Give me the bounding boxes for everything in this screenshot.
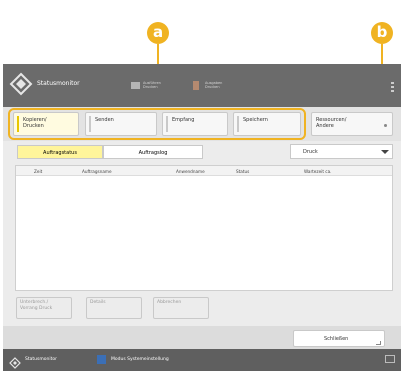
header-button-1-label: Ausführen Drucken: [143, 81, 161, 89]
close-button-label: Schließen: [324, 336, 349, 342]
page-title: Statusmonitor: [37, 80, 80, 87]
tab-indicator-dot: [384, 124, 387, 127]
tab-marker: [89, 116, 91, 132]
tab-resources-other[interactable]: Ressourcen/ Andere: [311, 112, 393, 136]
document-icon: [193, 81, 199, 90]
menu-dots-icon[interactable]: [391, 82, 394, 92]
col-job-name: Auftragsname: [82, 169, 112, 174]
corner-icon: [376, 341, 381, 345]
tab-store-label: Speichern: [243, 117, 268, 123]
header-button-2-label: Ausgaben Drucken: [205, 81, 223, 89]
tab-store[interactable]: Speichern: [233, 112, 301, 136]
tab-marker: [166, 116, 168, 132]
close-button[interactable]: Schließen: [293, 330, 385, 347]
interrupt-priority-button[interactable]: Unterbrech./ Vorrang Druck: [16, 297, 72, 319]
header-button-1[interactable]: Ausführen Drucken: [131, 80, 179, 92]
tab-send[interactable]: Senden: [85, 112, 157, 136]
status-monitor-logo-icon: [9, 72, 33, 96]
tab-copy-print[interactable]: Kopieren/ Drucken: [13, 112, 79, 136]
system-bar: Statusmonitor Modus Systemeinstellung: [3, 349, 401, 371]
tab-copy-print-label: Kopieren/ Drucken: [23, 117, 47, 129]
callout-b: b: [371, 22, 393, 44]
tab-resources-other-label: Ressourcen/ Andere: [316, 117, 347, 129]
col-user-name: Anwendname: [176, 169, 205, 174]
system-bar-message: Modus Systemeinstellung: [111, 357, 169, 362]
segment-job-log[interactable]: Auftragslog: [103, 145, 203, 159]
job-type-dropdown[interactable]: Druck: [290, 144, 393, 159]
tab-row: Kopieren/ Drucken Senden Empfang Speiche…: [3, 107, 401, 141]
tab-send-label: Senden: [95, 117, 114, 123]
system-bar-right-icon[interactable]: [385, 355, 395, 363]
tab-receive-label: Empfang: [172, 117, 195, 123]
system-mode-icon: [97, 355, 106, 364]
tab-marker: [17, 116, 19, 132]
details-button[interactable]: Details: [86, 297, 142, 319]
header-button-2[interactable]: Ausgaben Drucken: [193, 80, 241, 92]
table-header: Zeit Auftragsname Anwendname Status Wart…: [16, 166, 392, 176]
callout-a: a: [147, 22, 169, 44]
tab-receive[interactable]: Empfang: [162, 112, 228, 136]
status-monitor-screen: Statusmonitor Ausführen Drucken Ausgaben…: [3, 64, 401, 371]
status-monitor-icon[interactable]: [9, 354, 21, 369]
job-type-dropdown-value: Druck: [303, 149, 318, 155]
cancel-button[interactable]: Abbrechen: [153, 297, 209, 319]
col-status: Status: [236, 169, 250, 174]
col-time: Zeit: [34, 169, 43, 174]
system-bar-status-label[interactable]: Statusmonitor: [25, 357, 57, 362]
col-wait-time: Wartezeit ca.: [304, 169, 332, 174]
job-table: Zeit Auftragsname Anwendname Status Wart…: [15, 165, 393, 291]
tab-marker: [237, 116, 239, 132]
printer-icon: [131, 82, 140, 89]
segment-job-status[interactable]: Auftragstatus: [17, 145, 103, 159]
header-bar: Statusmonitor Ausführen Drucken Ausgaben…: [3, 64, 401, 107]
chevron-down-icon: [381, 150, 389, 154]
